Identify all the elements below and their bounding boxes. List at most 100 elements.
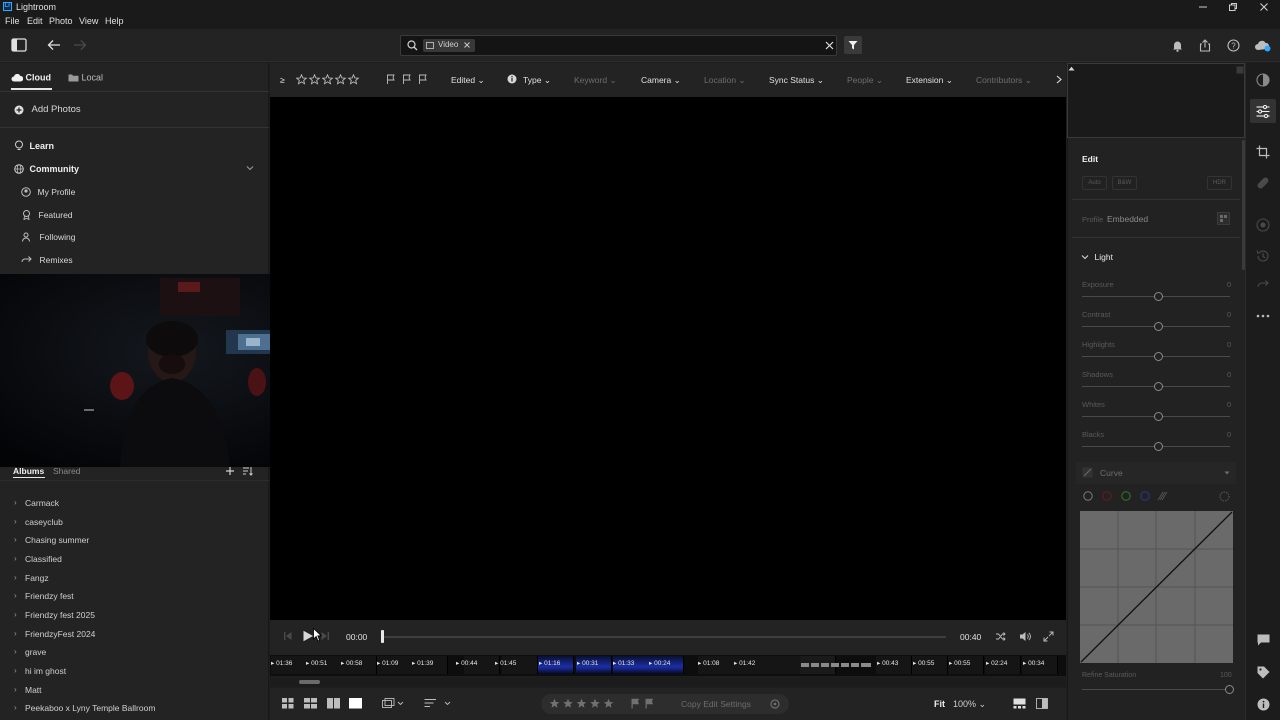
remix-tool-button[interactable] (1255, 277, 1271, 293)
edit-tool-button[interactable] (1255, 103, 1271, 119)
panel-scroll-up-icon[interactable] (1068, 66, 1075, 71)
rating-operator[interactable]: ≥ (280, 75, 285, 85)
filmstrip-toggle-button[interactable] (1013, 698, 1026, 709)
toggle-panel-button[interactable] (11, 38, 27, 52)
curve-collapse-icon[interactable] (1224, 471, 1230, 475)
profile-value[interactable]: Embedded (1107, 214, 1148, 224)
pick-reject-flags[interactable] (630, 698, 658, 709)
crop-tool-button[interactable] (1255, 144, 1271, 160)
community-remixes[interactable]: Remixes (21, 254, 73, 265)
sort-button[interactable] (424, 698, 454, 709)
album-item[interactable]: Friendzy fest (25, 591, 74, 601)
cloud-tab[interactable]: Cloud (11, 72, 51, 83)
sync-status-filter[interactable]: Sync Status ⌄ (769, 75, 824, 86)
clear-search-button[interactable] (825, 41, 834, 50)
compare-view-button[interactable] (327, 698, 340, 709)
chevron-right-icon[interactable]: › (14, 498, 17, 507)
slideshow-button[interactable] (382, 698, 406, 709)
album-item[interactable]: FriendzyFest 2024 (25, 629, 95, 639)
type-filter[interactable]: Type ⌄ (523, 75, 551, 86)
notifications-button[interactable] (1172, 40, 1183, 52)
back-button[interactable] (47, 39, 61, 51)
filmstrip-thumbnail[interactable] (768, 656, 804, 674)
cloud-sync-button[interactable] (1254, 39, 1272, 52)
rating-filter-stars[interactable] (296, 74, 362, 85)
blacks-slider-knob[interactable] (1154, 442, 1163, 451)
video-scrubber[interactable] (384, 636, 946, 638)
menu-file[interactable]: File (5, 16, 20, 26)
square-grid-view-button[interactable] (282, 698, 294, 709)
curve-toggle-icon[interactable] (1082, 467, 1093, 478)
zoom-level-dropdown[interactable]: 100% ⌄ (953, 699, 986, 710)
menu-view[interactable]: View (79, 16, 98, 26)
local-tab[interactable]: Local (68, 72, 103, 83)
menu-photo[interactable]: Photo (49, 16, 73, 26)
album-item[interactable]: Carmack (25, 498, 59, 508)
chevron-right-icon[interactable]: › (14, 573, 17, 582)
people-filter[interactable]: People ⌄ (847, 75, 883, 86)
bw-button[interactable]: B&W (1112, 176, 1137, 190)
info-panel-button[interactable] (1255, 696, 1271, 712)
album-item[interactable]: grave (25, 647, 46, 657)
album-item[interactable]: Peekaboo x Lyny Temple Ballroom (25, 703, 155, 713)
versions-button[interactable] (1255, 248, 1271, 264)
before-after-button[interactable] (1036, 698, 1048, 709)
curve-channel-selector[interactable] (1083, 491, 1169, 502)
menu-edit[interactable]: Edit (27, 16, 43, 26)
camera-filter[interactable]: Camera ⌄ (641, 75, 681, 86)
filter-button[interactable] (844, 36, 862, 54)
share-button[interactable] (1199, 39, 1211, 52)
highlights-slider-knob[interactable] (1154, 352, 1163, 361)
shadows-slider-knob[interactable] (1154, 382, 1163, 391)
albums-tab[interactable]: Albums (13, 466, 44, 476)
filmstrip-scroll-thumb[interactable] (299, 680, 320, 684)
volume-button[interactable] (1019, 631, 1032, 642)
video-settings-button[interactable] (995, 631, 1006, 642)
restore-button[interactable] (1218, 0, 1248, 14)
light-section-header[interactable]: Light (1081, 251, 1113, 262)
community-following[interactable]: Following (22, 231, 75, 242)
filter-scroll-right-button[interactable] (1056, 75, 1062, 84)
exposure-slider-knob[interactable] (1154, 292, 1163, 301)
more-options-button[interactable] (1255, 308, 1271, 324)
album-item[interactable]: Friendzy fest 2025 (25, 610, 95, 620)
close-window-button[interactable] (1249, 0, 1279, 14)
sort-albums-button[interactable] (242, 466, 253, 476)
edit-settings-icon[interactable] (770, 699, 780, 709)
forward-button[interactable] (73, 39, 87, 51)
menu-help[interactable]: Help (105, 16, 124, 26)
chevron-right-icon[interactable]: › (14, 517, 17, 526)
photo-grid-view-button[interactable] (304, 698, 317, 709)
edited-filter[interactable]: Edited ⌄ (451, 75, 485, 86)
chevron-right-icon[interactable]: › (14, 685, 17, 694)
refine-saturation-slider[interactable] (1082, 689, 1230, 690)
hdr-button[interactable]: HDR (1207, 176, 1232, 190)
keywords-button[interactable] (1255, 664, 1271, 680)
auto-button[interactable]: Auto (1082, 176, 1107, 190)
playhead[interactable] (381, 630, 384, 643)
album-item[interactable]: Fangz (25, 573, 49, 583)
chevron-right-icon[interactable]: › (14, 535, 17, 544)
minimize-button[interactable] (1188, 0, 1218, 14)
contributors-filter[interactable]: Contributors ⌄ (976, 75, 1032, 86)
extension-filter[interactable]: Extension ⌄ (906, 75, 953, 86)
album-item[interactable]: hi im ghost (25, 666, 66, 676)
add-photos-button[interactable]: Add Photos (14, 104, 81, 115)
detail-view-button[interactable] (349, 698, 362, 709)
curve-target-icon[interactable] (1219, 491, 1230, 502)
album-item[interactable]: Classified (25, 554, 62, 564)
keyword-filter[interactable]: Keyword ⌄ (574, 75, 617, 86)
remove-chip-icon[interactable] (464, 42, 470, 48)
location-filter[interactable]: Location ⌄ (704, 75, 746, 86)
chevron-right-icon[interactable]: › (14, 610, 17, 619)
flag-filter[interactable] (386, 74, 430, 85)
chevron-right-icon[interactable]: › (14, 666, 17, 675)
refine-saturation-knob[interactable] (1225, 685, 1234, 694)
shared-tab[interactable]: Shared (53, 466, 80, 476)
previous-frame-button[interactable] (283, 631, 293, 641)
masking-tool-button[interactable] (1255, 217, 1271, 233)
comments-button[interactable] (1255, 632, 1271, 648)
new-album-button[interactable] (225, 466, 235, 476)
preview-close-icon[interactable] (1236, 66, 1244, 74)
filmstrip-thumbnail[interactable] (800, 656, 871, 674)
